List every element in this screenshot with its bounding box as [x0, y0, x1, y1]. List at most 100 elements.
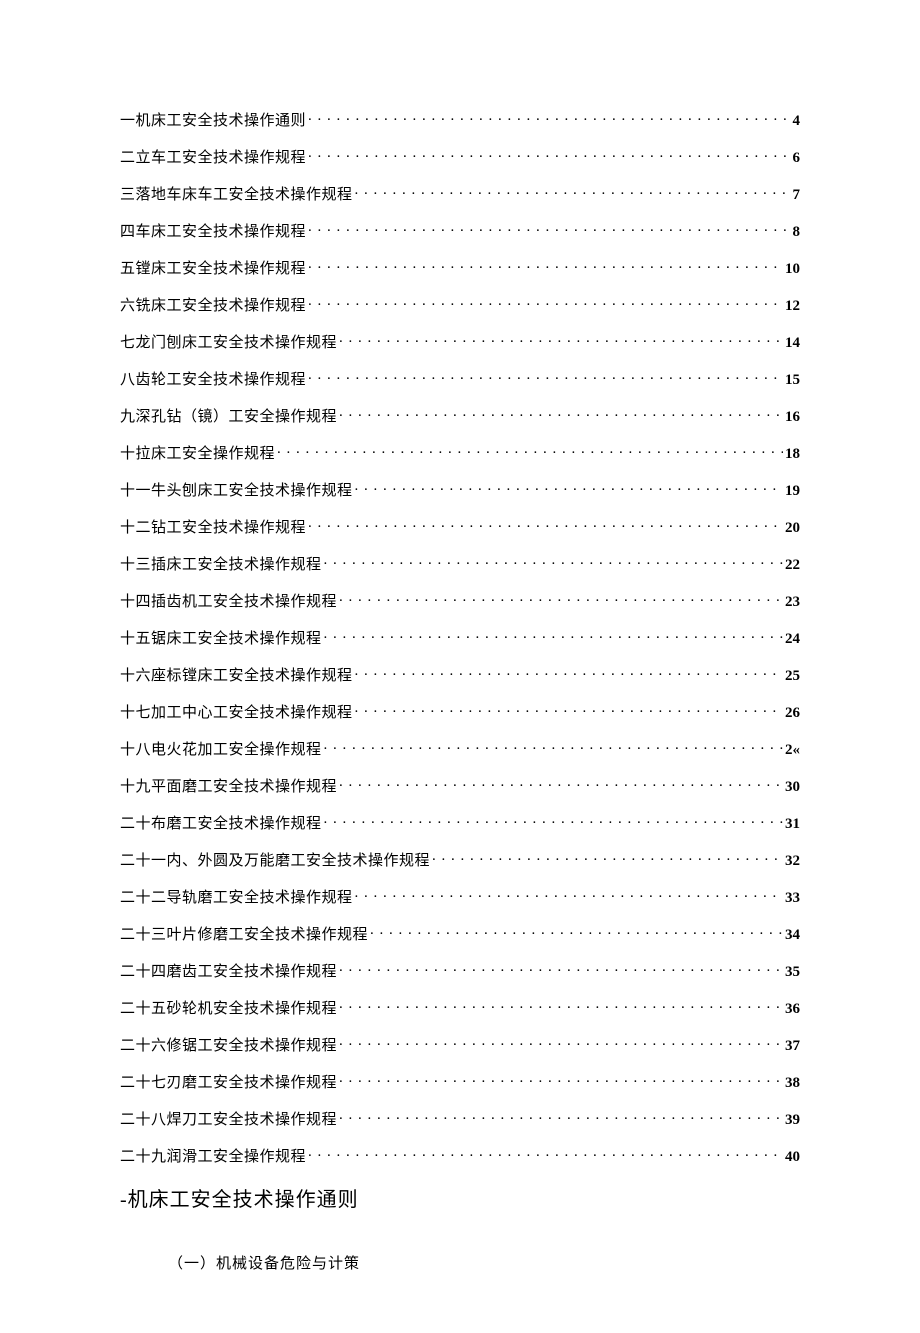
- toc-page-number: 2«: [785, 741, 800, 759]
- toc-page-number: 32: [785, 852, 800, 870]
- toc-page-number: 7: [793, 186, 801, 204]
- toc-entry: 七龙门刨床工安全技术操作规程 14: [120, 332, 800, 352]
- toc-page-number: 30: [785, 778, 800, 796]
- toc-page-number: 36: [785, 1000, 800, 1018]
- toc-leader: [339, 961, 783, 976]
- toc-title: 十一牛头刨床工安全技术操作规程: [120, 482, 353, 500]
- toc-page-number: 16: [785, 408, 800, 426]
- toc-leader: [355, 702, 783, 717]
- toc-title: 十七加工中心工安全技术操作规程: [120, 704, 353, 722]
- toc-leader: [339, 591, 783, 606]
- toc-title: 四车床工安全技术操作规程: [120, 223, 306, 241]
- toc-leader: [339, 332, 783, 347]
- toc-page-number: 14: [785, 334, 800, 352]
- toc-title: 九深孔钻（镜）工安全操作规程: [120, 408, 337, 426]
- toc-title: 十六座标镗床工安全技术操作规程: [120, 667, 353, 685]
- toc-page-number: 18: [785, 445, 800, 463]
- toc-title: 二十一内、外圆及万能磨工安全技术操作规程: [120, 852, 430, 870]
- toc-page-number: 37: [785, 1037, 800, 1055]
- toc-entry: 一机床工安全技术操作通则 4: [120, 110, 800, 130]
- toc-page-number: 23: [785, 593, 800, 611]
- toc-leader: [355, 665, 783, 680]
- document-page: 一机床工安全技术操作通则4二立车工安全技术操作规程6三落地车床车工安全技术操作规…: [0, 0, 920, 1333]
- toc-title: 六铣床工安全技术操作规程: [120, 297, 306, 315]
- toc-title: 二十二导轨磨工安全技术操作规程: [120, 889, 353, 907]
- table-of-contents: 一机床工安全技术操作通则4二立车工安全技术操作规程6三落地车床车工安全技术操作规…: [120, 110, 800, 1166]
- toc-page-number: 31: [785, 815, 800, 833]
- toc-entry: 二十五砂轮机安全技术操作规程 36: [120, 998, 800, 1018]
- toc-page-number: 38: [785, 1074, 800, 1092]
- toc-title: 十四插齿机工安全技术操作规程: [120, 593, 337, 611]
- toc-leader: [308, 517, 783, 532]
- toc-title: 二十九润滑工安全操作规程: [120, 1148, 306, 1166]
- toc-entry: 十九平面磨工安全技术操作规程 30: [120, 776, 800, 796]
- toc-leader: [308, 295, 783, 310]
- toc-page-number: 40: [785, 1148, 800, 1166]
- toc-title: 二十五砂轮机安全技术操作规程: [120, 1000, 337, 1018]
- toc-title: 十二钻工安全技术操作规程: [120, 519, 306, 537]
- toc-leader: [308, 258, 783, 273]
- toc-title: 十拉床工安全操作规程: [120, 445, 275, 463]
- toc-leader: [308, 110, 790, 125]
- toc-entry: 二立车工安全技术操作规程 6: [120, 147, 800, 167]
- toc-title: 五镗床工安全技术操作规程: [120, 260, 306, 278]
- toc-entry: 二十六修锯工安全技术操作规程 37: [120, 1035, 800, 1055]
- toc-title: 二十三叶片修磨工安全技术操作规程: [120, 926, 368, 944]
- toc-entry: 十五锯床工安全技术操作规程24: [120, 628, 800, 648]
- toc-entry: 二十一内、外圆及万能磨工安全技术操作规程 32: [120, 850, 800, 870]
- toc-leader: [339, 998, 783, 1013]
- toc-page-number: 39: [785, 1111, 800, 1129]
- toc-entry: 十一牛头刨床工安全技术操作规程 19: [120, 480, 800, 500]
- toc-title: 七龙门刨床工安全技术操作规程: [120, 334, 337, 352]
- toc-title: 一机床工安全技术操作通则: [120, 112, 306, 130]
- toc-leader: [370, 924, 783, 939]
- toc-entry: 十四插齿机工安全技术操作规程 23: [120, 591, 800, 611]
- toc-leader: [339, 776, 783, 791]
- toc-entry: 八齿轮工安全技术操作规程 15: [120, 369, 800, 389]
- toc-leader: [339, 1035, 783, 1050]
- toc-title: 八齿轮工安全技术操作规程: [120, 371, 306, 389]
- toc-leader: [324, 813, 783, 828]
- toc-page-number: 20: [785, 519, 800, 537]
- toc-title: 二十八焊刀工安全技术操作规程: [120, 1111, 337, 1129]
- toc-leader: [277, 443, 783, 458]
- toc-leader: [339, 1072, 783, 1087]
- toc-leader: [308, 1146, 783, 1161]
- toc-page-number: 15: [785, 371, 800, 389]
- toc-page-number: 25: [785, 667, 800, 685]
- toc-entry: 十拉床工安全操作规程 18: [120, 443, 800, 463]
- toc-page-number: 26: [785, 704, 800, 722]
- toc-page-number: 33: [785, 889, 800, 907]
- toc-entry: 二十八焊刀工安全技术操作规程 39: [120, 1109, 800, 1129]
- toc-leader: [355, 887, 783, 902]
- toc-page-number: 34: [785, 926, 800, 944]
- toc-leader: [339, 406, 783, 421]
- toc-title: 二十四磨齿工安全技术操作规程: [120, 963, 337, 981]
- toc-title: 二十六修锯工安全技术操作规程: [120, 1037, 337, 1055]
- toc-entry: 十二钻工安全技术操作规程 20: [120, 517, 800, 537]
- toc-page-number: 22: [785, 556, 800, 574]
- toc-leader: [308, 147, 790, 162]
- toc-title: 十五锯床工安全技术操作规程: [120, 630, 322, 648]
- toc-leader: [339, 1109, 783, 1124]
- toc-entry: 二十七刃磨工安全技术操作规程 38: [120, 1072, 800, 1092]
- toc-title: 二立车工安全技术操作规程: [120, 149, 306, 167]
- toc-page-number: 35: [785, 963, 800, 981]
- body-paragraph: （一）机械设备危险与计策: [168, 1252, 800, 1273]
- toc-leader: [355, 184, 791, 199]
- toc-entry: 六铣床工安全技术操作规程12: [120, 295, 800, 315]
- toc-title: 十三插床工安全技术操作规程: [120, 556, 322, 574]
- toc-leader: [324, 628, 783, 643]
- toc-entry: 二十九润滑工安全操作规程 40: [120, 1146, 800, 1166]
- toc-page-number: 6: [793, 149, 801, 167]
- toc-entry: 二十布磨工安全技术操作规程31: [120, 813, 800, 833]
- toc-page-number: 4: [793, 112, 801, 130]
- toc-title: 二十七刃磨工安全技术操作规程: [120, 1074, 337, 1092]
- toc-entry: 四车床工安全技术操作规程 8: [120, 221, 800, 241]
- toc-title: 十九平面磨工安全技术操作规程: [120, 778, 337, 796]
- toc-page-number: 8: [793, 223, 801, 241]
- toc-leader: [324, 554, 783, 569]
- toc-entry: 五镗床工安全技术操作规程10: [120, 258, 800, 278]
- toc-page-number: 19: [785, 482, 800, 500]
- toc-entry: 九深孔钻（镜）工安全操作规程 16: [120, 406, 800, 426]
